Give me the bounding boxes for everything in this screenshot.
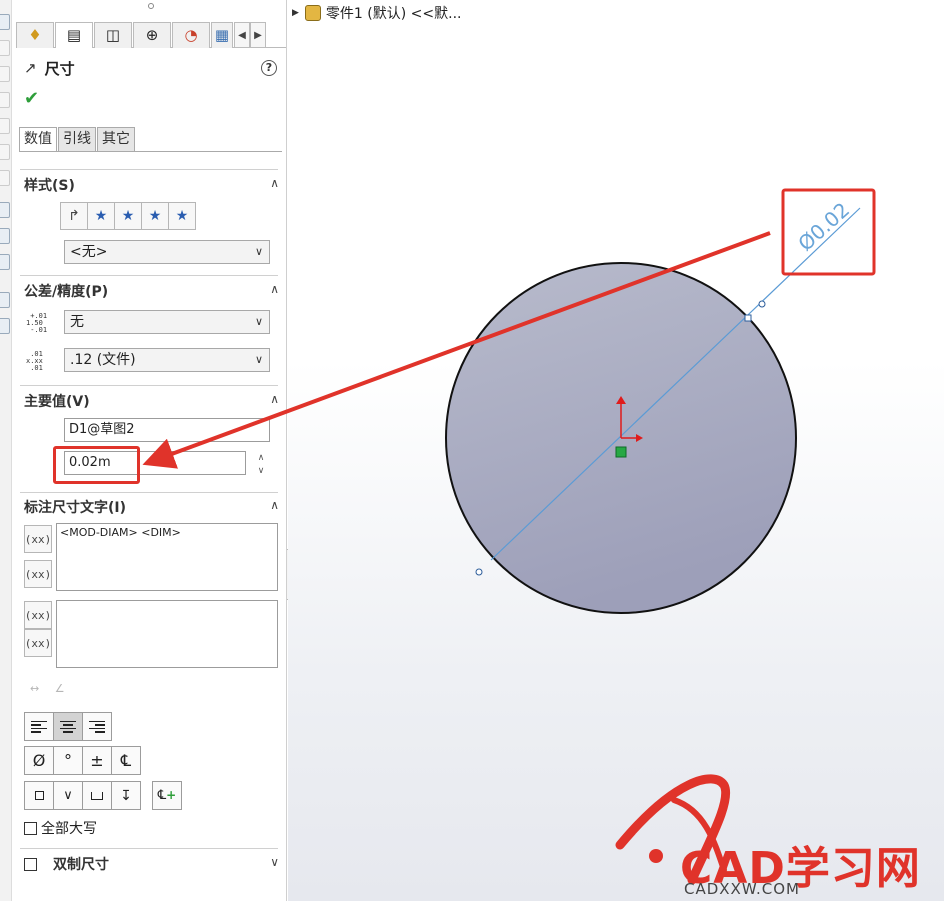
watermark-site: CADXXW.COM xyxy=(684,880,800,898)
dimension-value-label[interactable]: Ø0.02 xyxy=(793,198,854,256)
center-point-handle[interactable] xyxy=(615,446,627,458)
dimension-point-handle[interactable] xyxy=(744,314,752,322)
watermark: CAD学习网 CADXXW.COM xyxy=(614,770,944,901)
leader-handle[interactable] xyxy=(475,568,483,576)
leader-handle[interactable] xyxy=(758,300,766,308)
watermark-dot xyxy=(649,849,663,863)
sketch-canvas: Ø0.02 xyxy=(142,188,876,614)
